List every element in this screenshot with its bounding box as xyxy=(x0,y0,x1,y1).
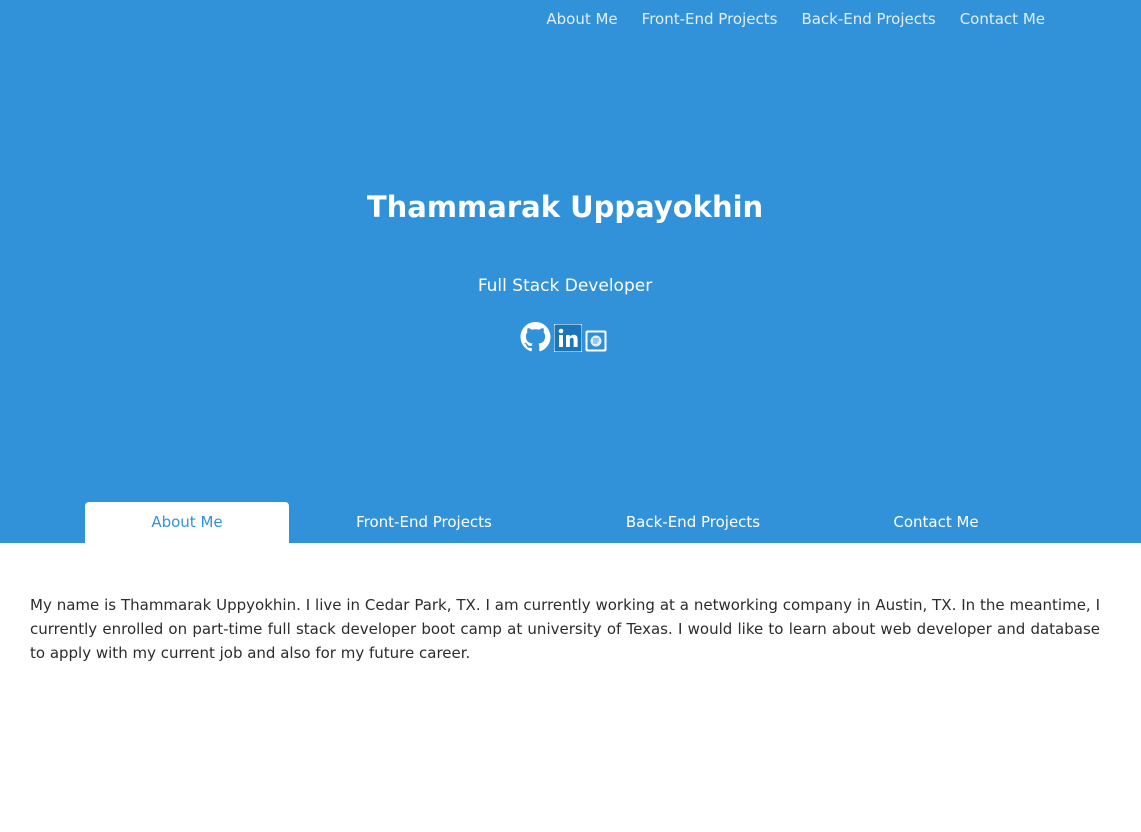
hero-name: Thammarak Uppayokhin xyxy=(366,190,764,224)
tab-back-end-projects[interactable]: Back-End Projects xyxy=(559,502,827,543)
section-tabs: About Me Front-End Projects Back-End Pro… xyxy=(85,502,1045,543)
github-icon xyxy=(520,322,551,352)
github-link[interactable] xyxy=(520,322,551,356)
linkedin-link[interactable] xyxy=(553,323,583,356)
social-links xyxy=(520,322,607,356)
linkedin-icon xyxy=(553,323,583,353)
tab-contact-me[interactable]: Contact Me xyxy=(827,502,1045,543)
resume-icon xyxy=(585,330,607,352)
resume-link[interactable] xyxy=(585,330,607,356)
nav-back-end-projects[interactable]: Back-End Projects xyxy=(801,8,935,30)
tab-about-me[interactable]: About Me xyxy=(85,502,289,543)
nav-contact-me[interactable]: Contact Me xyxy=(960,8,1045,30)
nav-about-me[interactable]: About Me xyxy=(546,8,617,30)
hero-role: Full Stack Developer xyxy=(477,276,653,296)
nav-front-end-projects[interactable]: Front-End Projects xyxy=(642,8,778,30)
hero-banner: About Me Front-End Projects Back-End Pro… xyxy=(0,0,1141,543)
top-navigation: About Me Front-End Projects Back-End Pro… xyxy=(546,8,1045,30)
tab-front-end-projects[interactable]: Front-End Projects xyxy=(289,502,559,543)
about-me-text: My name is Thammarak Uppyokhin. I live i… xyxy=(30,596,1100,662)
